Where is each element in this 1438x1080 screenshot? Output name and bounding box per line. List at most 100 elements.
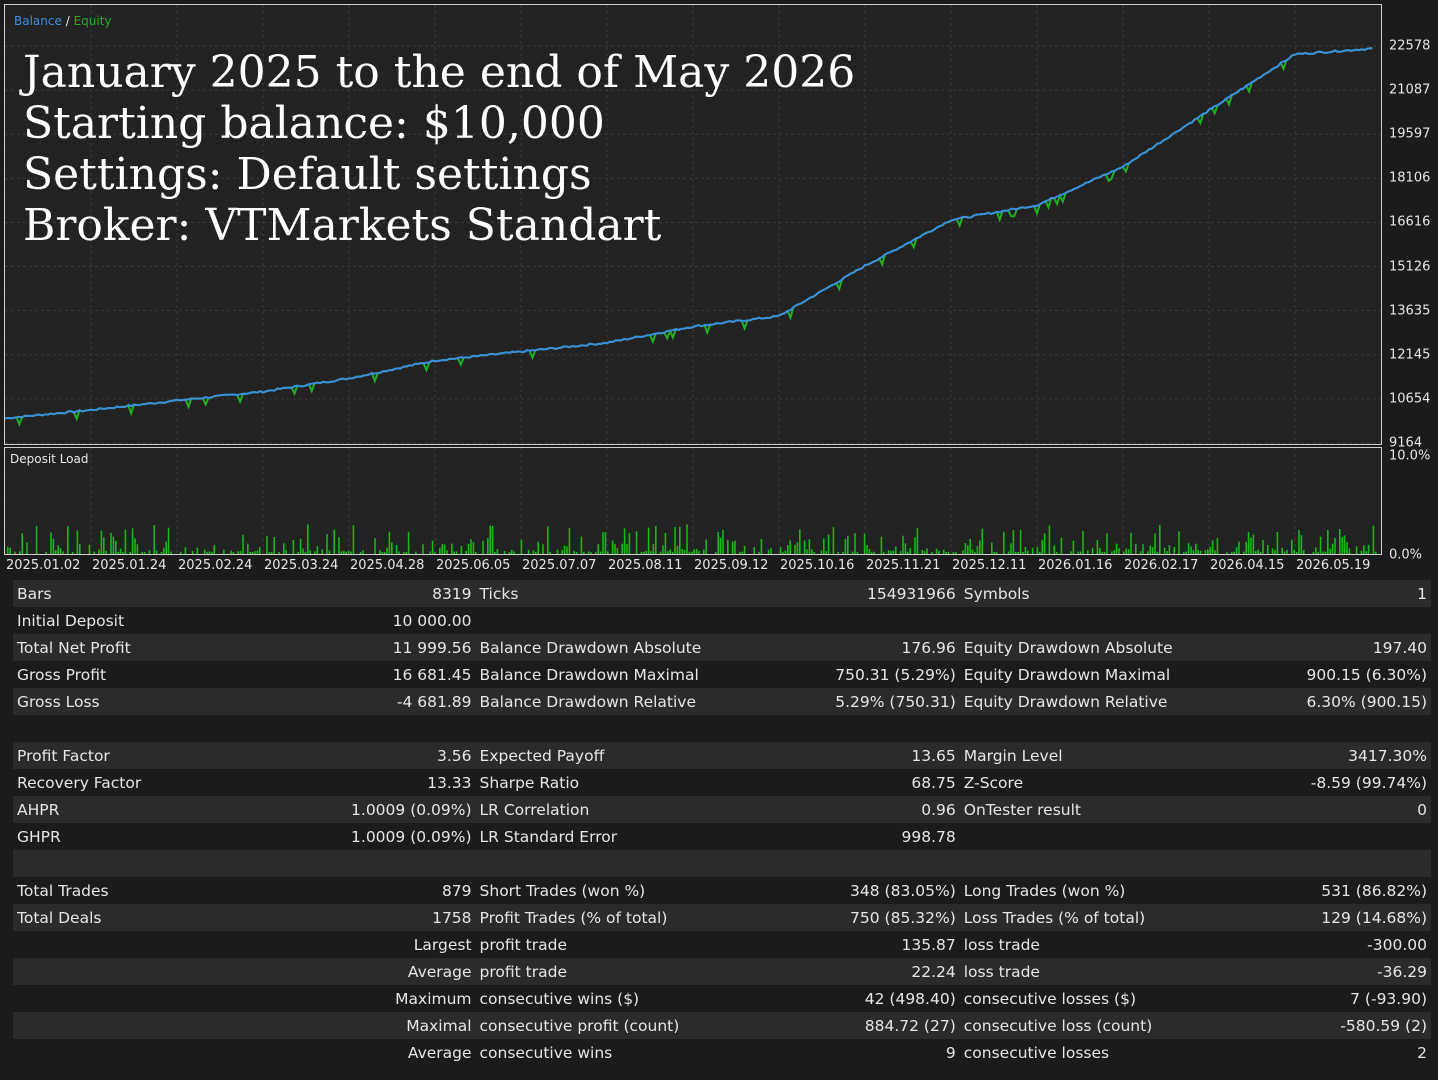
- deposit-load-bar: [1082, 531, 1084, 554]
- deposit-load-bar: [664, 532, 667, 554]
- deposit-load-bar: [443, 544, 446, 554]
- deposit-load-bar: [563, 545, 566, 554]
- deposit-load-bar: [1235, 547, 1238, 554]
- deposit-load-bar: [1142, 544, 1144, 554]
- deposit-load-bar: [916, 528, 919, 554]
- stat-label: [475, 715, 723, 742]
- deposit-load-bar: [686, 524, 688, 554]
- deposit-load-bar: [103, 537, 105, 554]
- deposit-load-bar: [446, 550, 448, 554]
- deposit-load-bar: [1019, 529, 1022, 554]
- deposit-load-bar: [455, 551, 458, 554]
- stat-label: [959, 823, 1206, 850]
- deposit-load-bar: [223, 549, 225, 554]
- deposit-load-bar: [249, 551, 251, 554]
- stat-value: [722, 715, 960, 742]
- load-y-tick-label: 10.0%: [1389, 448, 1431, 464]
- deposit-load-bar: [88, 544, 91, 554]
- deposit-load-bar: [141, 551, 143, 554]
- stat-value: -580.59 (2): [1205, 1012, 1431, 1039]
- stat-label: Balance Drawdown Maximal: [475, 661, 723, 688]
- stats-row: Maximal consecutive profit (count) 884.72 …: [13, 1012, 1431, 1039]
- deposit-load-bar: [599, 551, 602, 554]
- stat-label: Expected Payoff: [475, 742, 723, 769]
- stats-row: [13, 850, 1431, 877]
- deposit-load-bar: [415, 551, 417, 554]
- deposit-load-bar: [537, 541, 539, 554]
- deposit-load-bar: [1183, 551, 1185, 554]
- stat-label: loss trade: [959, 958, 1206, 985]
- deposit-load-bar: [59, 548, 62, 554]
- deposit-load-bar: [429, 551, 431, 554]
- deposit-load-bar: [1271, 548, 1274, 554]
- deposit-load-bar: [1166, 551, 1168, 554]
- stat-value: 8319: [238, 580, 476, 607]
- deposit-load-bar: [439, 547, 441, 554]
- deposit-load-bar: [614, 543, 616, 554]
- deposit-load-bar: [1139, 551, 1142, 554]
- deposit-load-bar: [7, 546, 9, 554]
- deposit-load-bar: [1339, 529, 1341, 554]
- y-tick-label: 18106: [1389, 170, 1431, 186]
- deposit-load-bar: [1348, 548, 1351, 554]
- deposit-load-bar: [391, 542, 393, 554]
- deposit-load-bar: [767, 549, 770, 554]
- stat-label: OnTester result: [959, 796, 1206, 823]
- stat-label: [13, 850, 239, 877]
- stat-value: 16 681.45: [238, 661, 476, 688]
- stat-label: consecutive losses ($): [959, 985, 1206, 1012]
- x-tick-label: 2025.08.11: [608, 558, 683, 573]
- deposit-load-bar: [508, 551, 511, 554]
- deposit-load-chart[interactable]: Deposit Load: [4, 447, 1382, 555]
- deposit-load-bar: [470, 539, 472, 554]
- x-tick-label: 2026.05.19: [1296, 558, 1371, 573]
- deposit-load-bar: [645, 550, 647, 554]
- stat-label: Gross Profit: [13, 661, 239, 688]
- balance-equity-chart[interactable]: Balance / Equity January 2025 to the end…: [4, 4, 1382, 445]
- deposit-load-bar: [907, 551, 909, 554]
- deposit-load-bar: [52, 538, 55, 554]
- deposit-load-bar: [379, 550, 381, 554]
- deposit-load-bar: [1281, 547, 1283, 554]
- stat-value: 531 (86.82%): [1205, 877, 1431, 904]
- deposit-load-bar: [268, 551, 271, 554]
- stat-value: 154931966: [722, 580, 960, 607]
- deposit-load-bar: [923, 550, 926, 554]
- deposit-load-bar: [842, 552, 844, 554]
- deposit-load-bar: [652, 543, 655, 554]
- deposit-load-bar: [662, 545, 664, 554]
- deposit-load-bar: [203, 549, 206, 554]
- deposit-load-bar: [167, 527, 170, 554]
- stat-label: Equity Drawdown Maximal: [959, 661, 1206, 688]
- stat-value: 0: [1205, 796, 1431, 823]
- stat-value: [238, 850, 476, 877]
- deposit-load-bar: [266, 536, 268, 554]
- deposit-load-bar: [1259, 551, 1262, 554]
- stat-value: 7 (-93.90): [1205, 985, 1431, 1012]
- deposit-load-bar: [489, 525, 491, 554]
- deposit-load-bar: [655, 526, 657, 554]
- deposit-load-bar: [62, 551, 64, 554]
- deposit-load-bar: [1247, 532, 1250, 554]
- y-tick-label: 19597: [1389, 126, 1431, 142]
- deposit-load-bar: [347, 550, 350, 554]
- stat-label: Profit Factor: [13, 742, 239, 769]
- deposit-load-bar: [350, 551, 352, 554]
- x-tick-label: 2025.12.11: [952, 558, 1027, 573]
- deposit-load-bar: [926, 548, 928, 554]
- stat-label: LR Correlation: [475, 796, 723, 823]
- deposit-load-bar: [1312, 551, 1315, 554]
- deposit-load-bar: [1197, 549, 1199, 554]
- deposit-load-bar: [1317, 551, 1319, 554]
- deposit-load-bar: [887, 550, 890, 554]
- deposit-load-bar: [863, 533, 866, 554]
- deposit-load-bar: [611, 540, 614, 554]
- stat-value: 11 999.56: [238, 634, 476, 661]
- deposit-load-bar: [513, 551, 515, 554]
- deposit-load-bar: [1209, 546, 1211, 554]
- deposit-load-bar: [503, 551, 506, 554]
- deposit-load-bar: [434, 551, 436, 554]
- deposit-load-bar: [93, 551, 95, 554]
- deposit-load-bar: [607, 551, 609, 554]
- deposit-load-bar: [122, 551, 124, 554]
